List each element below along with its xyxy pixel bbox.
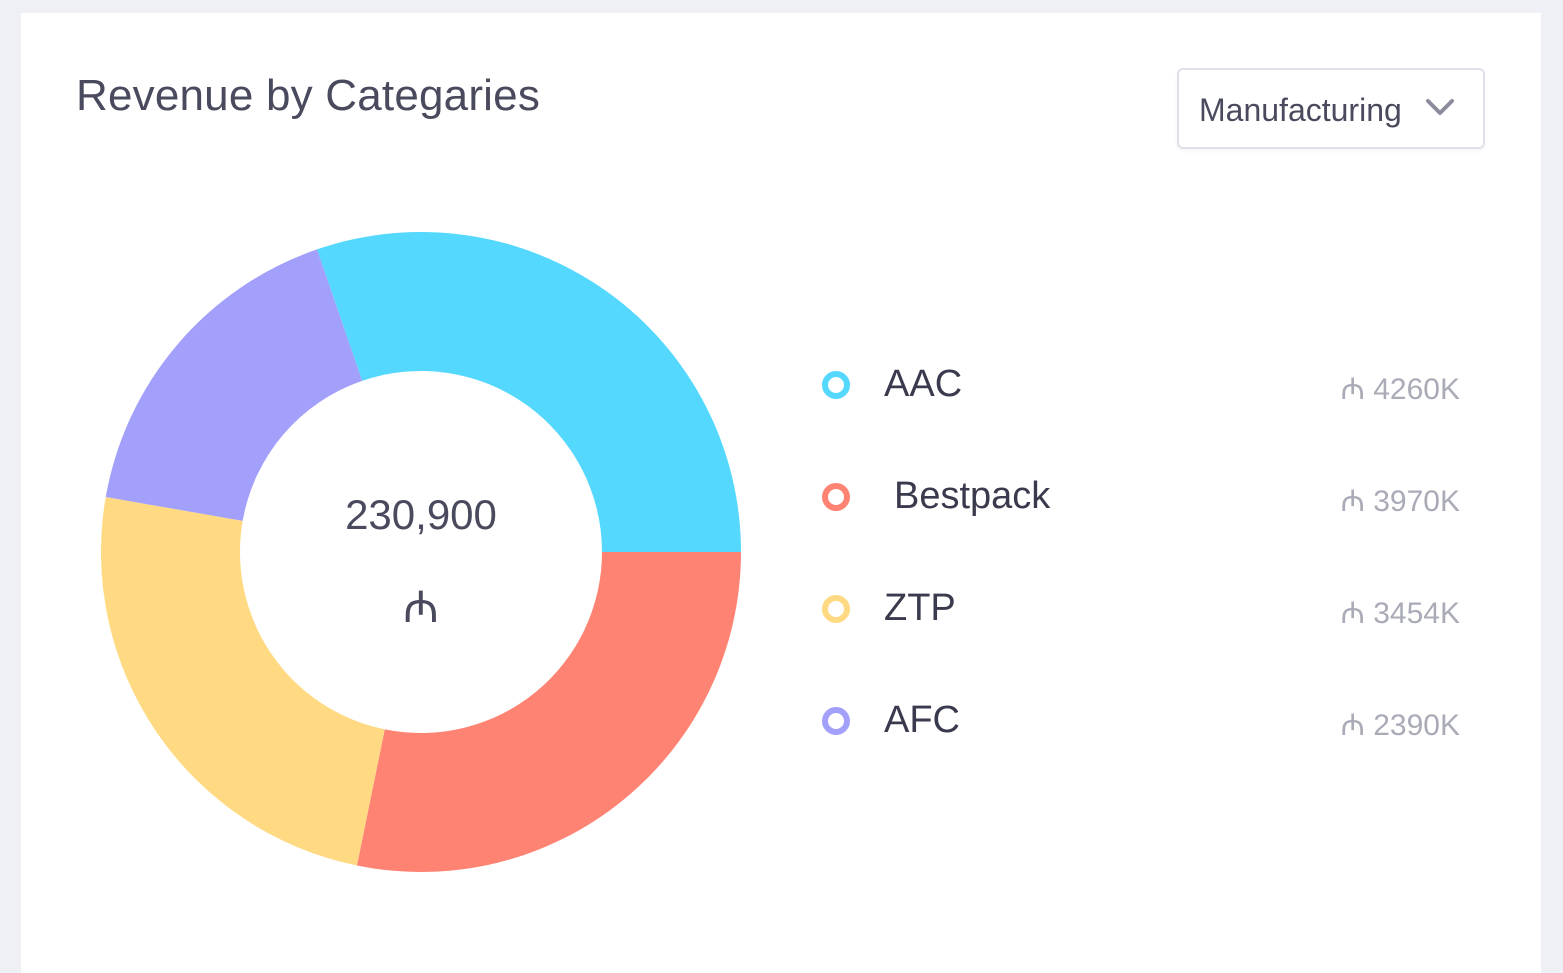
- legend-value: ₼ 3454K: [1340, 597, 1460, 630]
- legend-value: ₼ 4260K: [1340, 373, 1460, 406]
- legend-dot-icon: [822, 707, 850, 735]
- legend-label: AAC: [884, 363, 963, 405]
- legend-item-aac[interactable]: AAC ₼ 4260K: [820, 363, 1480, 423]
- legend-dot-icon: [822, 483, 850, 511]
- center-currency: ₼: [403, 583, 439, 632]
- dropdown-selected-label: Manufacturing: [1199, 92, 1402, 128]
- legend-label: AFC: [884, 699, 960, 741]
- category-dropdown[interactable]: Manufacturing: [1177, 68, 1485, 149]
- donut-chart: [101, 232, 741, 872]
- legend-label: ZTP: [884, 587, 956, 629]
- donut-slice-afc[interactable]: [105, 249, 363, 521]
- legend-item-bestpack[interactable]: Bestpack ₼ 3970K: [820, 475, 1480, 535]
- legend-item-afc[interactable]: AFC ₼ 2390K: [820, 699, 1480, 759]
- card-title: Revenue by Categaries: [76, 71, 541, 120]
- center-total: 230,900: [345, 491, 497, 538]
- legend-dot-icon: [822, 595, 850, 623]
- legend-label: Bestpack: [894, 475, 1051, 517]
- revenue-card: Revenue by Categaries Manufacturing 230,…: [21, 13, 1541, 973]
- legend-item-ztp[interactable]: ZTP ₼ 3454K: [820, 587, 1480, 647]
- legend-value: ₼ 2390K: [1340, 709, 1460, 742]
- donut-slice-ztp[interactable]: [101, 496, 385, 866]
- chevron-down-icon: [1426, 99, 1454, 115]
- legend-dot-icon: [822, 371, 850, 399]
- legend-value: ₼ 3970K: [1340, 485, 1460, 518]
